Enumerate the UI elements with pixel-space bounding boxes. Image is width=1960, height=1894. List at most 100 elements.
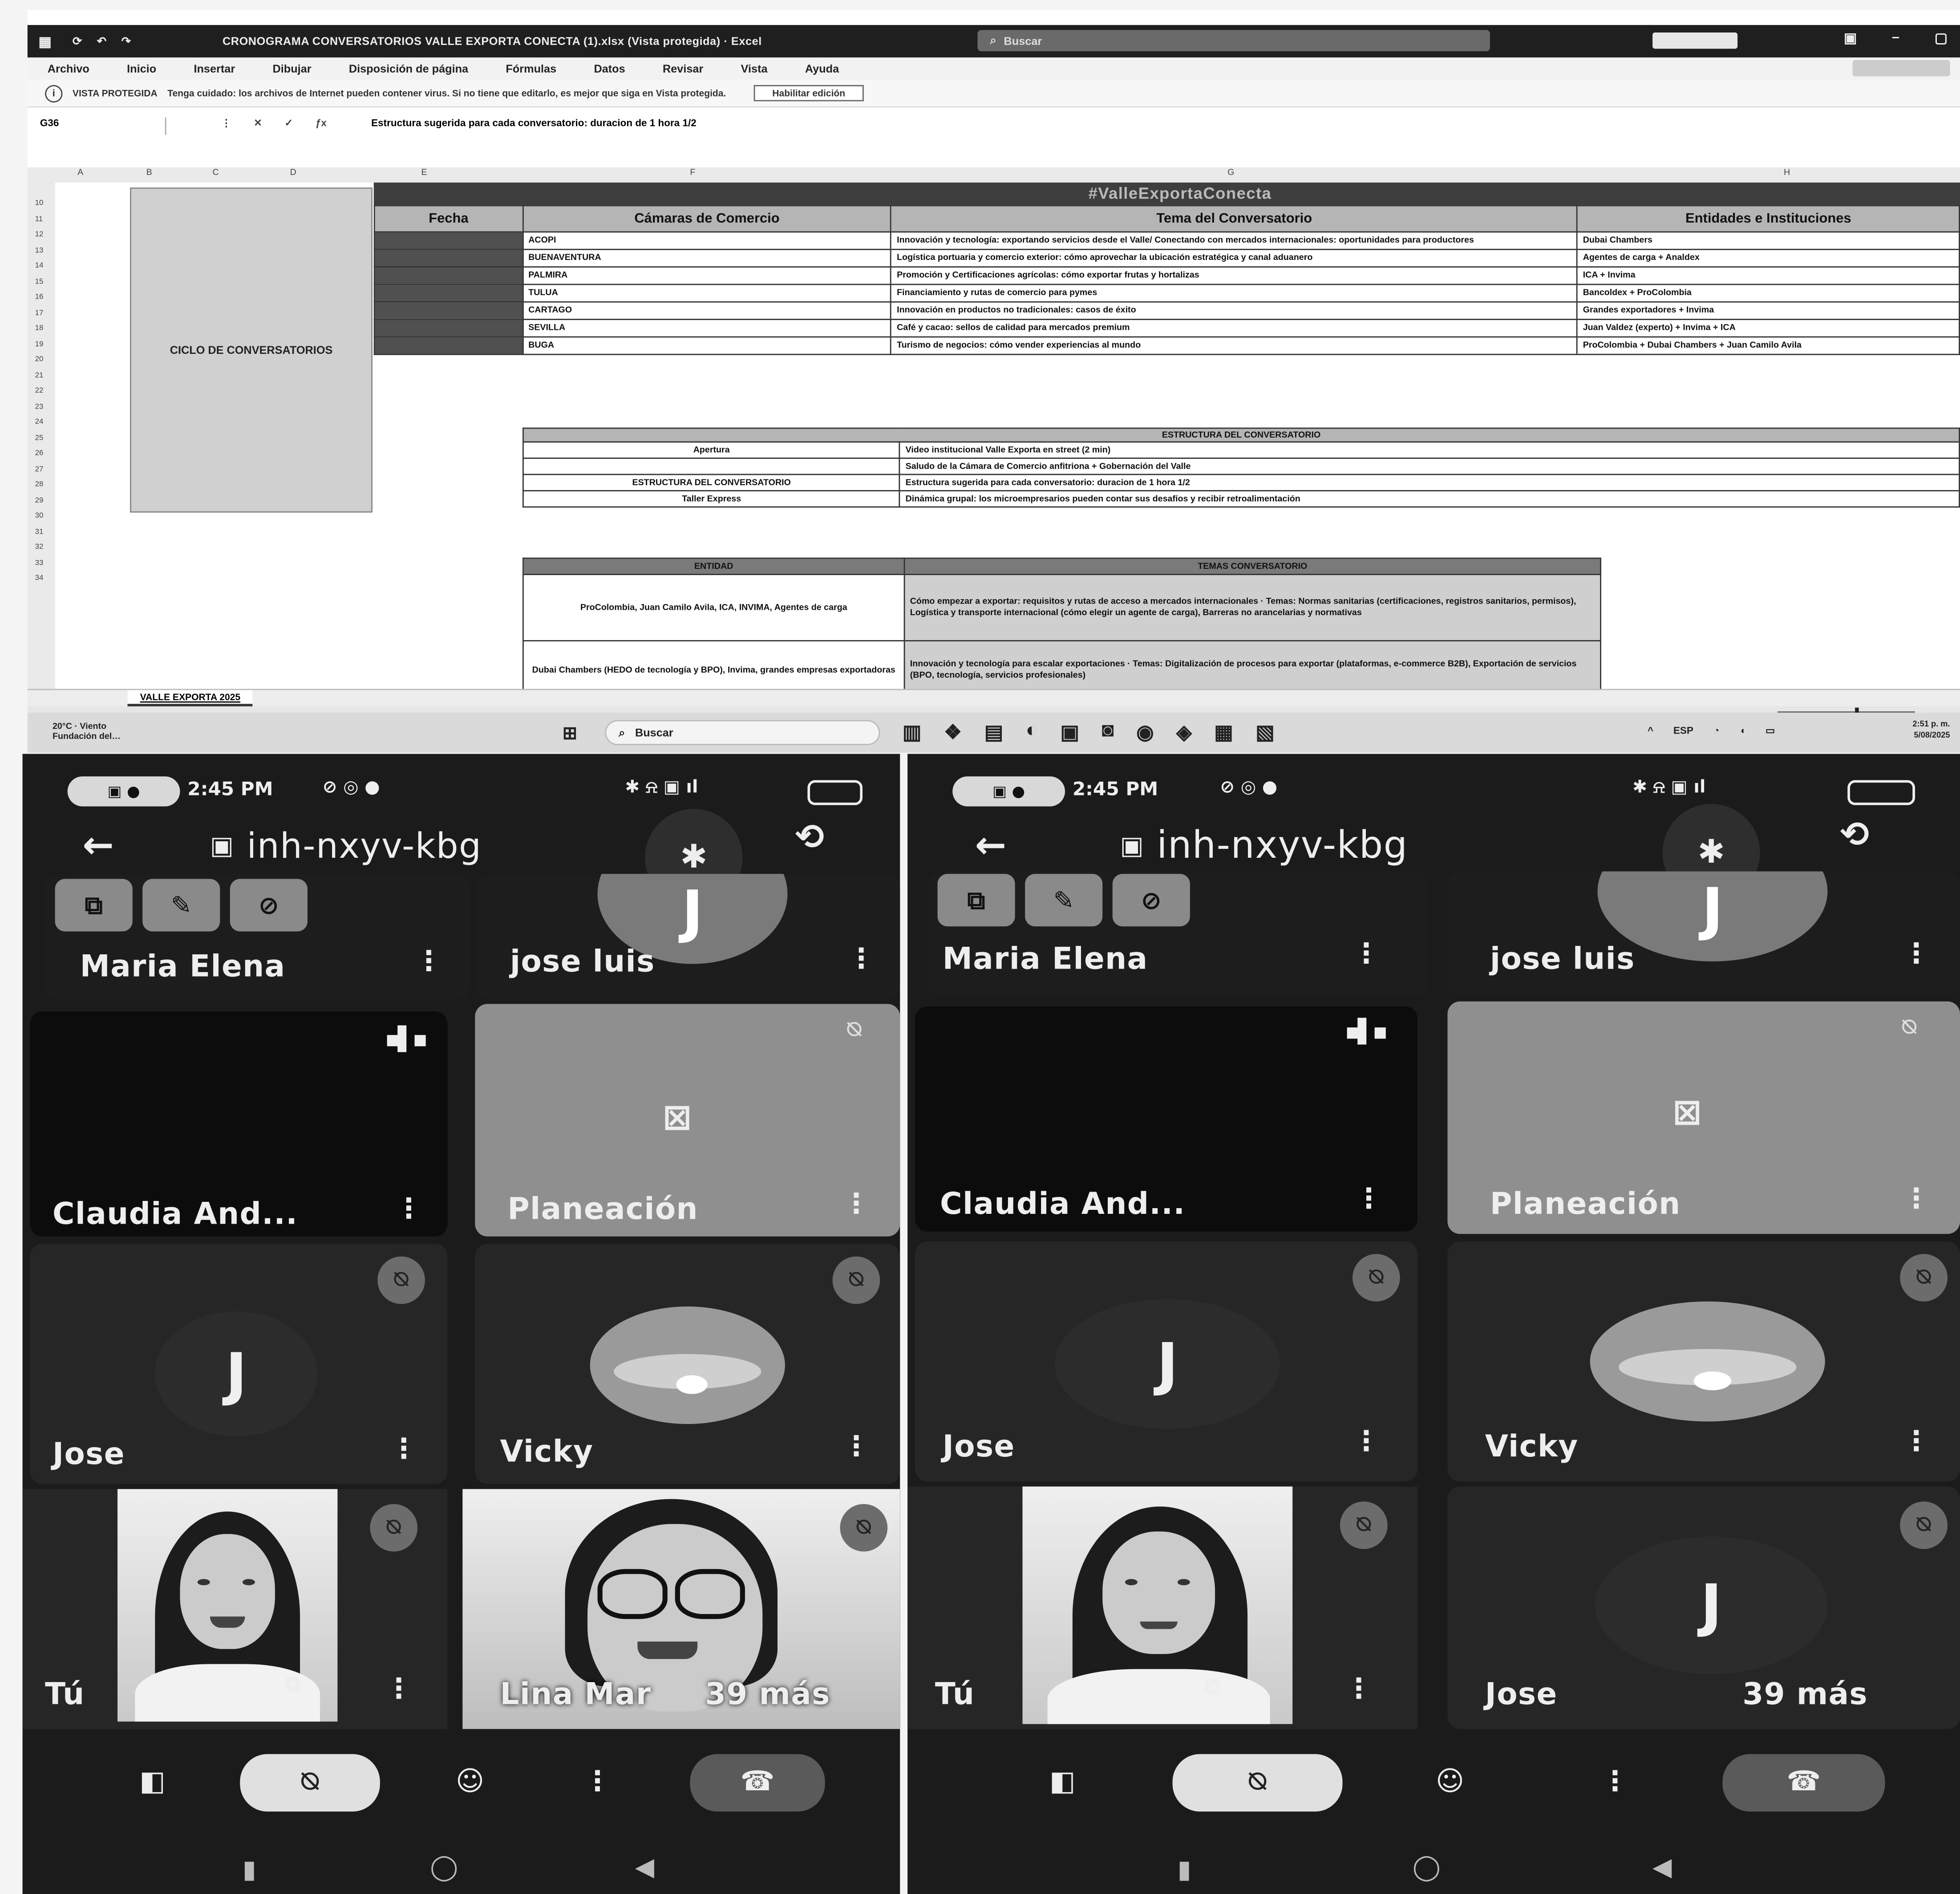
- date-cell[interactable]: [373, 231, 523, 250]
- undo-icon[interactable]: ↶: [97, 34, 106, 48]
- row-header[interactable]: 32: [35, 544, 44, 552]
- entidad-cell[interactable]: ProColombia, Juan Camilo Avila, ICA, INV…: [522, 574, 905, 641]
- structure-label-cell[interactable]: ESTRUCTURA DEL CONVERSATORIO: [522, 474, 901, 491]
- user-account-button[interactable]: [1652, 32, 1738, 49]
- video-camera-icon[interactable]: ◧: [1028, 1754, 1097, 1812]
- confirm-icon[interactable]: ✓: [285, 118, 293, 129]
- structure-label-cell[interactable]: Taller Express: [522, 490, 901, 508]
- switch-camera-icon[interactable]: ⟲: [1840, 814, 1869, 855]
- date-cell[interactable]: [373, 319, 523, 338]
- hashtag-banner[interactable]: #ValleExportaConecta: [373, 183, 1960, 205]
- wifi-icon[interactable]: ◔: [1713, 725, 1720, 736]
- more-participants-label[interactable]: 39 más: [1742, 1676, 1868, 1711]
- tema-cell[interactable]: Café y cacao: sellos de calidad para mer…: [891, 319, 1578, 338]
- ribbon-tab-formulas[interactable]: Fórmulas: [506, 62, 556, 75]
- row-header[interactable]: 26: [35, 450, 44, 458]
- row-header[interactable]: 15: [35, 278, 44, 286]
- row-header[interactable]: 31: [35, 528, 44, 536]
- nav-back-icon[interactable]: ◀: [1652, 1852, 1672, 1882]
- more-options-icon[interactable]: ⋮: [385, 1674, 413, 1705]
- ribbon-tab-vista[interactable]: Vista: [741, 62, 768, 75]
- home-icon[interactable]: ◯: [1413, 1852, 1441, 1882]
- camara-cell[interactable]: PALMIRA: [522, 266, 892, 285]
- hang-up-button[interactable]: ☎: [690, 1754, 825, 1812]
- structure-label-cell[interactable]: [522, 457, 901, 475]
- widgets-icon[interactable]: ▥: [903, 720, 921, 745]
- function-icon[interactable]: ƒx: [316, 118, 327, 129]
- row-header[interactable]: 20: [35, 356, 44, 364]
- row-header[interactable]: 34: [35, 575, 44, 583]
- header-temas[interactable]: TEMAS CONVERSATORIO: [903, 557, 1601, 576]
- structure-value-cell[interactable]: Video institucional Valle Exporta en str…: [899, 441, 1960, 459]
- hang-up-button[interactable]: ☎: [1722, 1754, 1885, 1812]
- column-header[interactable]: H: [1784, 169, 1790, 178]
- name-box[interactable]: G36: [40, 118, 166, 135]
- entidad-cell[interactable]: Agentes de carga + Analdex: [1576, 248, 1960, 268]
- tema-cell[interactable]: Financiamiento y rutas de comercio para …: [891, 284, 1578, 303]
- row-header[interactable]: 27: [35, 466, 44, 473]
- participant-tile-jose-luis[interactable]: J jose luis ⋮: [477, 874, 900, 999]
- weather-widget[interactable]: 20°C · Viento Fundación del…: [53, 722, 121, 742]
- more-options-icon[interactable]: ⋮: [1590, 1754, 1640, 1812]
- date-cell[interactable]: [373, 266, 523, 285]
- row-header[interactable]: 29: [35, 497, 44, 504]
- participant-tile-planeacion[interactable]: ⍉ ⊠ Planeación ⋮: [475, 1004, 900, 1237]
- row-header[interactable]: 25: [35, 434, 44, 442]
- more-options-icon[interactable]: ⋮: [415, 946, 442, 977]
- redo-icon[interactable]: ↷: [121, 34, 131, 48]
- structure-value-cell[interactable]: Dinámica grupal: los microempresarios pu…: [899, 490, 1960, 508]
- back-arrow-icon[interactable]: ←: [82, 824, 114, 868]
- header-camaras[interactable]: Cámaras de Comercio: [522, 205, 892, 233]
- taskbar-search[interactable]: ⌕ Buscar: [605, 720, 880, 745]
- date-cell[interactable]: [373, 301, 523, 320]
- header-entidades[interactable]: Entidades e Instituciones: [1576, 205, 1960, 233]
- entidad-cell[interactable]: Grandes exportadores + Invima: [1576, 301, 1960, 320]
- structure-value-cell[interactable]: Estructura sugerida para cada conversato…: [899, 474, 1960, 491]
- volume-icon[interactable]: ◖: [1739, 725, 1745, 736]
- ribbon-tab-archivo[interactable]: Archivo: [48, 62, 89, 75]
- tema-cell[interactable]: Innovación y tecnología: exportando serv…: [891, 231, 1578, 250]
- participant-tile-lina[interactable]: ⍉ Lina Mar 39 más: [462, 1489, 900, 1729]
- camera-off-icon[interactable]: ⊘: [230, 879, 308, 932]
- entidad-cell[interactable]: Dubai Chambers: [1576, 231, 1960, 250]
- column-header[interactable]: E: [421, 169, 427, 178]
- video-camera-icon[interactable]: ◧: [117, 1754, 187, 1812]
- sheet-tab[interactable]: VALLE EXPORTA 2025: [127, 690, 253, 706]
- row-header[interactable]: 22: [35, 388, 44, 395]
- pen-icon[interactable]: ✎: [142, 879, 220, 932]
- file-explorer-icon[interactable]: ▤: [984, 720, 1003, 745]
- taskbar-clock[interactable]: 2:51 p. m. 5/08/2025: [1912, 719, 1950, 742]
- camara-cell[interactable]: SEVILLA: [522, 319, 892, 338]
- column-header[interactable]: G: [1227, 169, 1234, 178]
- camera-icon[interactable]: ◙: [1102, 720, 1114, 745]
- more-options-icon[interactable]: ⋮: [1353, 1427, 1380, 1458]
- ribbon-tab-disposicion[interactable]: Disposición de página: [349, 62, 468, 75]
- row-header[interactable]: 13: [35, 247, 44, 255]
- entidad-cell[interactable]: ICA + Invima: [1576, 266, 1960, 285]
- ribbon-tab-dibujar[interactable]: Dibujar: [272, 62, 311, 75]
- more-options-icon[interactable]: ⋮: [847, 944, 875, 975]
- row-header[interactable]: 14: [35, 263, 44, 270]
- more-options-icon[interactable]: ⋮: [1345, 1674, 1373, 1705]
- share-button[interactable]: [1852, 60, 1950, 77]
- camara-cell[interactable]: ACOPI: [522, 231, 892, 250]
- outlook-icon[interactable]: ▧: [1255, 720, 1274, 745]
- column-header[interactable]: B: [146, 169, 152, 178]
- mic-toggle-button[interactable]: ⍉: [240, 1754, 380, 1812]
- ribbon-tab-inicio[interactable]: Inicio: [127, 62, 156, 75]
- camara-cell[interactable]: CARTAGO: [522, 301, 892, 320]
- participant-tile-self[interactable]: ⍉ ⧉ Tú ⋮: [22, 1489, 448, 1729]
- task-view-icon[interactable]: ❖: [944, 720, 962, 745]
- row-header[interactable]: 17: [35, 309, 44, 317]
- entidad-cell[interactable]: Bancoldex + ProColombia: [1576, 284, 1960, 303]
- emoji-reaction-icon[interactable]: ☺: [435, 1754, 505, 1812]
- header-entidad[interactable]: ENTIDAD: [522, 557, 905, 576]
- chevron-up-icon[interactable]: ^: [1648, 725, 1653, 736]
- mic-toggle-button[interactable]: ⍉: [1172, 1754, 1343, 1812]
- camera-off-icon[interactable]: ⊘: [1112, 874, 1190, 927]
- more-options-icon[interactable]: ⋮: [390, 1434, 417, 1465]
- ribbon-tab-ayuda[interactable]: Ayuda: [805, 62, 839, 75]
- minimize-icon[interactable]: –: [1892, 30, 1899, 46]
- date-cell[interactable]: [373, 284, 523, 303]
- row-header[interactable]: 21: [35, 372, 44, 380]
